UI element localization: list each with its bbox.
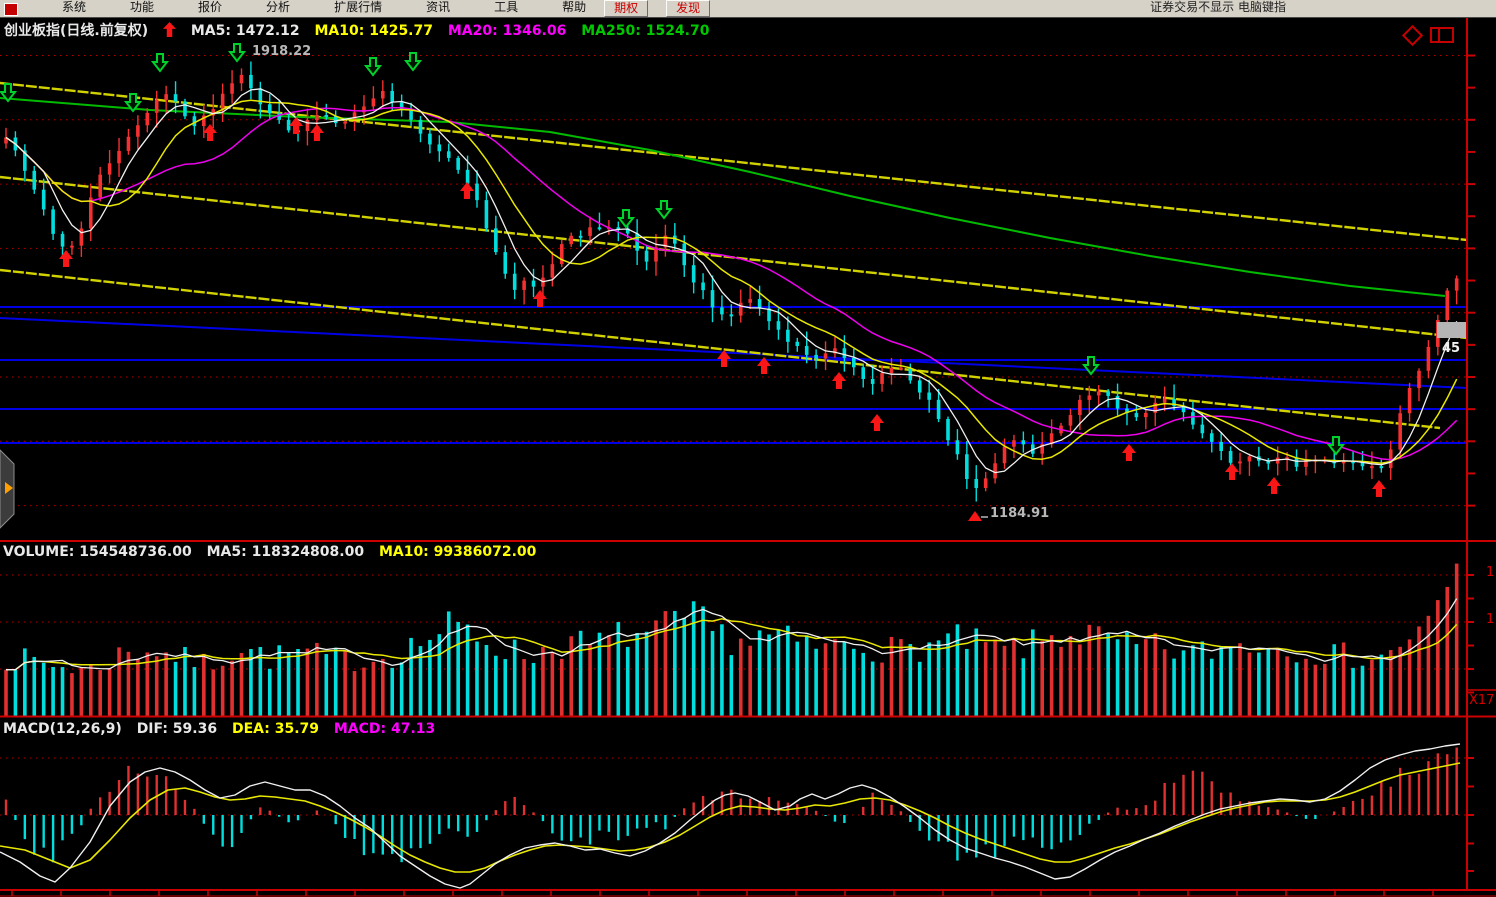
menu-item-options[interactable]: 期权 (604, 0, 648, 17)
menu-item-analysis[interactable]: 分析 (266, 0, 290, 16)
menu-item-extended[interactable]: 扩展行情 (334, 0, 382, 16)
menu-item-discover[interactable]: 发现 (666, 0, 710, 17)
volume-ma10-label: MA10: 99386072.00 (379, 544, 536, 560)
trading-app-window: { "menu": { "items": ["系统","功能","报价","分析… (0, 0, 1496, 897)
dif-label: DIF: 59.36 (137, 721, 217, 737)
volume-label: VOLUME: 154548736.00 (3, 544, 192, 560)
dea-label: DEA: 35.79 (232, 721, 319, 737)
price-tag-box (1437, 322, 1467, 338)
menu-right-text: 证券交易不显示 电脑键指 (1150, 0, 1286, 16)
volume-axis-label-1: 1 (1486, 565, 1494, 580)
menu-item-system[interactable]: 系统 (62, 0, 86, 16)
menu-item-news[interactable]: 资讯 (426, 0, 450, 16)
macd-label: MACD: 47.13 (334, 721, 435, 737)
menu-bar: 系统 功能 报价 分析 扩展行情 资讯 工具 帮助 期权 发现 证券交易不显示 … (0, 0, 1496, 18)
kline-header: 创业板指(日线.前复权) MA5: 1472.12 MA10: 1425.77 … (4, 20, 719, 40)
volume-multiplier-label: X17 (1469, 693, 1494, 708)
app-icon[interactable] (4, 3, 18, 16)
menu-item-help[interactable]: 帮助 (562, 0, 586, 16)
ma20-label: MA20: 1346.06 (448, 23, 567, 39)
last-price-tag: 45 (1442, 341, 1460, 356)
split-divider (1438, 29, 1440, 41)
volume-header: VOLUME: 154548736.00 MA5: 118324808.00 M… (3, 544, 546, 560)
up-arrow-icon (163, 22, 176, 37)
chart-background (0, 17, 1496, 897)
chart-canvas[interactable] (0, 0, 1496, 897)
split-window-icon[interactable] (1430, 27, 1454, 43)
low-price-label: 1184.91 (990, 506, 1049, 521)
kline-title: 创业板指(日线.前复权) (4, 23, 148, 39)
menu-item-function[interactable]: 功能 (130, 0, 154, 16)
volume-ma5-label: MA5: 118324808.00 (207, 544, 364, 560)
ma250-label: MA250: 1524.70 (581, 23, 709, 39)
macd-header: MACD(12,26,9) DIF: 59.36 DEA: 35.79 MACD… (3, 721, 445, 737)
menu-item-quotes[interactable]: 报价 (198, 0, 222, 16)
macd-title: MACD(12,26,9) (3, 721, 122, 737)
ma5-label: MA5: 1472.12 (191, 23, 300, 39)
menu-item-tools[interactable]: 工具 (494, 0, 518, 16)
high-price-label: 1918.22 (252, 44, 311, 59)
volume-axis-label-2: 1 (1486, 612, 1494, 627)
sidebar-expand-handle[interactable] (0, 450, 14, 528)
ma10-label: MA10: 1425.77 (315, 23, 434, 39)
